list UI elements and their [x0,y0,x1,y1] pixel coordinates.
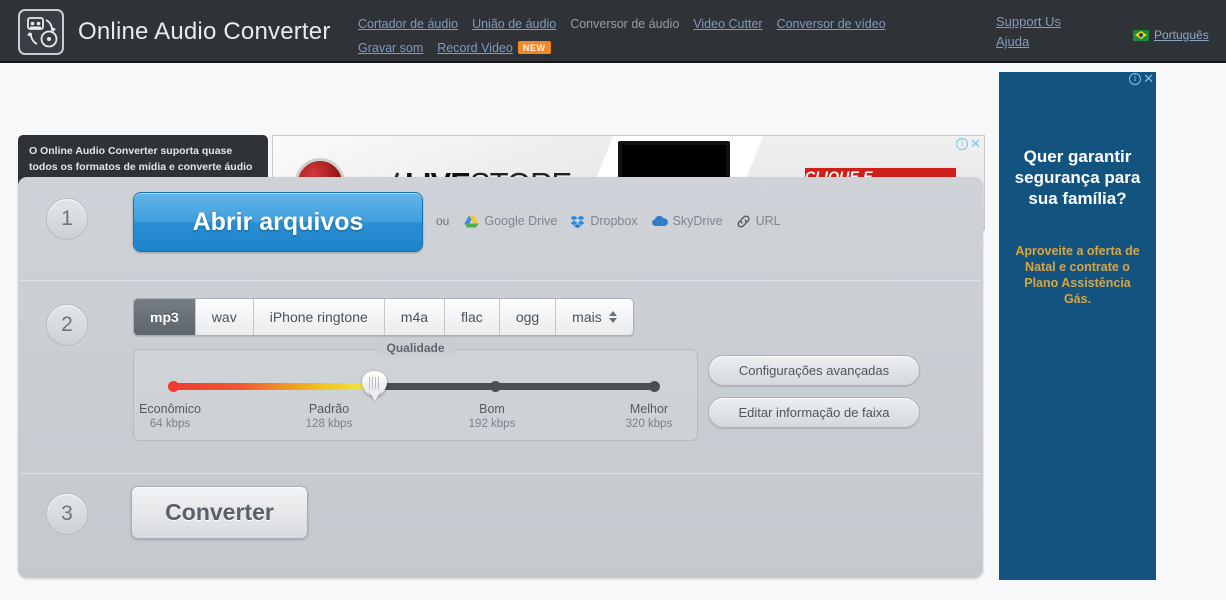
nav-link-video-cutter[interactable]: Video Cutter [693,17,762,31]
new-badge: NEW [517,40,551,54]
format-tab-more-label: mais [572,309,602,325]
quality-tick-1-rate: 128 kbps [305,418,353,430]
nav-link-record-video[interactable]: Record Video [437,41,513,55]
step-1-upload: 1 Abrir arquivos ou Google Drive Dropbox… [18,177,983,280]
quality-tick-2-name: Bom [479,402,505,416]
quality-tick-bom: Bom 192 kbps [432,402,552,430]
google-drive-label: Google Drive [484,214,558,228]
step-3-number: 3 [46,493,88,535]
format-tab-mp3[interactable]: mp3 [134,299,196,335]
url-label: URL [755,214,781,228]
nav-link-record-video-wrap: Record Video NEW [437,39,551,57]
adchoices-info-icon[interactable]: i [956,138,969,150]
format-tab-flac[interactable]: flac [445,299,500,335]
step-1-number: 1 [46,198,88,240]
sidebar-ad-body: Aproveite a oferta de Natal e contrate o… [1015,244,1140,306]
support-us-link[interactable]: Support Us [996,14,1061,29]
help-link[interactable]: Ajuda [996,34,1061,49]
skydrive-source[interactable]: SkyDrive [651,214,723,228]
close-icon[interactable]: ✕ [1143,72,1154,85]
adchoices-info-icon[interactable]: i [1129,73,1142,85]
sidebar-ad-headline: Quer garantir segurança para sua família… [1014,147,1141,208]
format-tab-iphone-ringtone[interactable]: iPhone ringtone [253,299,385,335]
skydrive-cloud-icon [651,215,668,226]
edit-track-info-button[interactable]: Editar informação de faixa [708,397,920,428]
quality-tick-padrao: Padrão 128 kbps [269,402,389,430]
language-label: Português [1154,28,1209,42]
nav-link-voice-recorder[interactable]: Gravar som [358,41,423,55]
quality-tick-3-rate: 320 kbps [625,418,673,430]
nav-link-audio-joiner[interactable]: União de áudio [472,17,556,31]
quality-title: Qualidade [377,341,454,355]
quality-group: Qualidade Econômico 64 kbps Padrão 128 k… [133,341,698,441]
nav-row-primary: Cortador de áudio União de áudio Convers… [358,14,958,33]
support-links: Support Us Ajuda [996,14,1061,49]
quality-tick-0-rate: 64 kbps [149,418,191,430]
quality-slider-fill [172,383,370,390]
or-label: ou [436,214,450,228]
quality-tick-economico: Econômico 64 kbps [110,402,230,430]
quality-tick-0-name: Econômico [139,402,201,416]
advanced-buttons: Configurações avançadas Editar informaçã… [708,355,920,439]
url-source[interactable]: URL [736,214,781,228]
quality-tick-2-rate: 192 kbps [468,418,516,430]
site-header: Online Audio Converter Cortador de áudio… [0,0,1226,63]
language-selector[interactable]: Português [1133,28,1209,42]
quality-slider-track[interactable] [168,371,660,396]
nav-link-audio-cutter[interactable]: Cortador de áudio [358,17,458,31]
cloud-sources: ou Google Drive Dropbox SkyDrive URL [436,214,781,228]
close-icon[interactable]: ✕ [970,137,981,150]
google-drive-source[interactable]: Google Drive [464,214,557,228]
link-chain-icon [737,214,750,228]
quality-tick-3-name: Melhor [629,402,669,416]
format-tab-more[interactable]: mais [556,299,633,335]
open-files-button[interactable]: Abrir arquivos [133,192,423,252]
nav-link-video-converter[interactable]: Conversor de vídeo [777,17,886,31]
format-tabs: mp3 wav iPhone ringtone m4a flac ogg mai… [133,298,634,336]
dropbox-source[interactable]: Dropbox [570,214,638,228]
quality-slider-handle[interactable] [362,371,387,396]
chevron-updown-icon [608,311,617,323]
nav-row-secondary: Gravar som Record Video NEW [358,38,958,57]
google-drive-icon [464,215,479,227]
main-nav: Cortador de áudio União de áudio Convers… [358,14,958,57]
advanced-settings-button[interactable]: Configurações avançadas [708,355,920,386]
skydrive-label: SkyDrive [672,214,723,228]
quality-mark-economico[interactable] [168,381,179,392]
dropbox-label: Dropbox [590,214,638,228]
brazil-flag-icon [1133,29,1149,41]
quality-mark-bom[interactable] [490,381,501,392]
quality-tick-1-name: Padrão [308,402,350,416]
nav-link-audio-converter: Conversor de áudio [570,16,680,31]
quality-tick-melhor: Melhor 320 kbps [589,402,709,430]
step-3-convert: 3 Converter [18,474,983,578]
convert-button[interactable]: Converter [131,486,308,539]
audio-converter-logo-icon[interactable] [18,9,64,55]
banner-ad-controls: i ✕ [956,137,981,150]
format-tab-ogg[interactable]: ogg [499,299,557,335]
site-title: Online Audio Converter [78,18,331,45]
open-files-label: Abrir arquivos [192,207,364,236]
step-2-number: 2 [46,304,88,346]
converter-panel: 1 Abrir arquivos ou Google Drive Dropbox… [18,177,983,578]
step-2-format: 2 mp3 wav iPhone ringtone m4a flac ogg m… [18,281,983,473]
quality-mark-melhor[interactable] [649,381,660,392]
slider-grip-icon [369,377,380,389]
sidebar-ad-controls: i ✕ [1129,72,1154,85]
convert-button-label: Converter [165,499,274,525]
format-tab-wav[interactable]: wav [195,299,254,335]
format-tab-m4a[interactable]: m4a [384,299,446,335]
dropbox-icon [570,215,585,228]
sidebar-ad[interactable]: i ✕ Quer garantir segurança para sua fam… [999,72,1156,580]
